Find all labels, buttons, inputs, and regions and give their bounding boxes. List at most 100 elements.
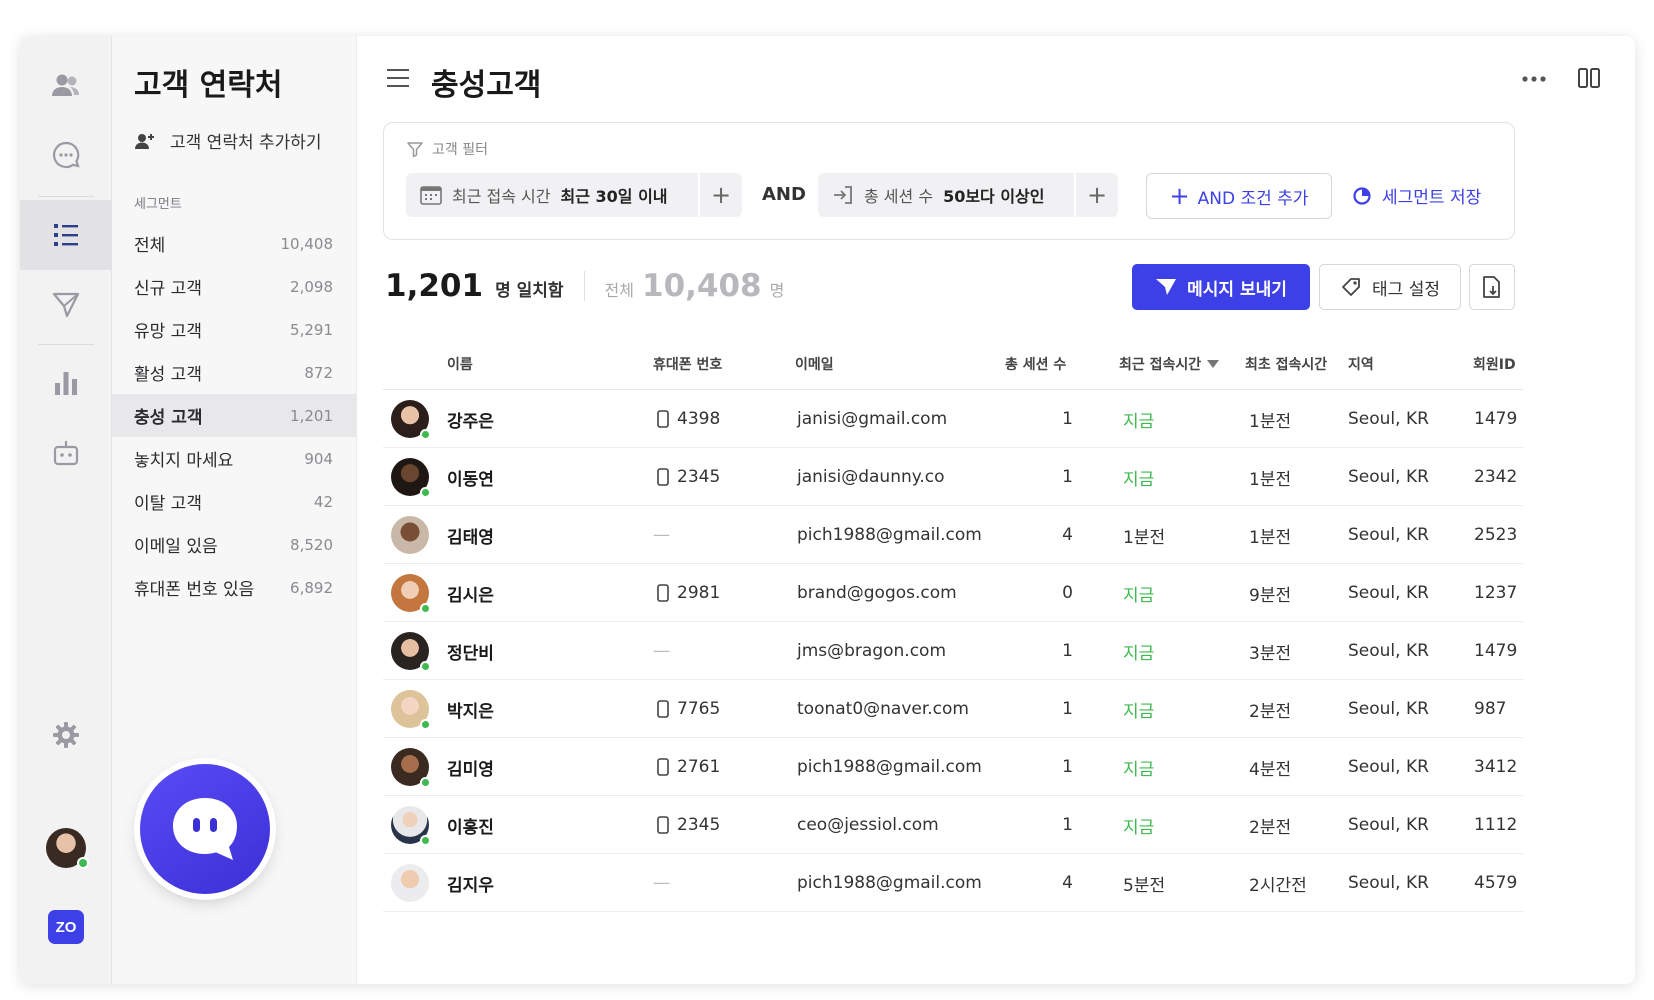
phone-icon [657, 816, 669, 834]
table-row[interactable]: 강주은 4398 janisi@gmail.com 1 지금 1분전 Seoul… [383, 390, 1523, 448]
bot-icon[interactable] [20, 418, 112, 488]
add-or-condition-button[interactable]: + [698, 173, 742, 217]
segment-count: 8,520 [290, 535, 333, 554]
customer-name[interactable]: 김지우 [447, 854, 494, 912]
tag-icon [1342, 278, 1360, 296]
sessions-cell: 1 [1062, 699, 1073, 719]
chat-launcher-button[interactable] [140, 764, 270, 894]
segment-item[interactable]: 전체 10,408 [112, 222, 357, 265]
send-icon [1156, 279, 1177, 295]
chat-bubble-icon [173, 798, 237, 860]
column-header[interactable]: 휴대폰 번호 [653, 354, 722, 374]
filter-condition-total-sessions[interactable]: 총 세션 수 50보다 이상인 + [818, 173, 1118, 217]
customer-table: 이름 휴대폰 번호 이메일 총 세션 수 최근 접속시간 최초 접속시간 지역 … [383, 336, 1523, 912]
avatar[interactable] [391, 864, 429, 902]
column-header[interactable]: 최초 접속시간 [1245, 354, 1327, 374]
export-button[interactable] [1469, 264, 1515, 310]
add-or-condition-button[interactable]: + [1074, 173, 1118, 217]
segment-count: 872 [304, 363, 333, 382]
phone-empty: — [653, 641, 670, 661]
first-visit-cell: 1분전 [1249, 469, 1292, 490]
table-row[interactable]: 김미영 2761 pich1988@gmail.com 1 지금 4분전 Seo… [383, 738, 1523, 796]
gear-icon[interactable] [20, 700, 112, 770]
phone-icon [657, 758, 669, 776]
filter-condition-recent-visit[interactable]: 최근 접속 시간 최근 30일 이내 + [406, 173, 742, 217]
segment-item[interactable]: 신규 고객 2,098 [112, 265, 357, 308]
add-and-condition-button[interactable]: + AND 조건 추가 [1146, 173, 1332, 219]
column-header[interactable]: 회원ID [1473, 354, 1516, 374]
online-status-dot [420, 719, 431, 730]
segment-item[interactable]: 휴대폰 번호 있음 6,892 [112, 566, 357, 609]
customer-name[interactable]: 김시은 [447, 564, 494, 622]
phone-empty: — [653, 525, 670, 545]
first-visit-cell: 2시간전 [1249, 875, 1307, 896]
people-icon[interactable] [20, 50, 112, 120]
column-header[interactable]: 이름 [447, 354, 473, 374]
tag-settings-button[interactable]: 태그 설정 [1319, 264, 1461, 310]
avatar[interactable] [391, 574, 431, 614]
customer-name[interactable]: 이홍진 [447, 796, 494, 854]
table-row[interactable]: 박지은 7765 toonat0@naver.com 1 지금 2분전 Seou… [383, 680, 1523, 738]
send-message-button[interactable]: 메시지 보내기 [1132, 264, 1310, 310]
online-status-dot [77, 857, 89, 869]
tag-settings-label: 태그 설정 [1372, 279, 1440, 300]
column-header[interactable]: 이메일 [795, 354, 834, 374]
first-visit-cell: 2분전 [1249, 701, 1292, 722]
brand-logo[interactable]: ZO [48, 910, 84, 944]
column-header[interactable]: 지역 [1348, 354, 1374, 374]
region-cell: Seoul, KR [1348, 699, 1429, 719]
online-status-dot [420, 835, 431, 846]
email-cell: janisi@gmail.com [797, 409, 948, 429]
avatar[interactable] [391, 690, 431, 730]
segment-item[interactable]: 이탈 고객 42 [112, 480, 357, 523]
column-header-sorted[interactable]: 최근 접속시간 [1119, 354, 1220, 374]
table-row[interactable]: 김지우 — pich1988@gmail.com 4 5분전 2시간전 Seou… [383, 854, 1523, 912]
segment-item[interactable]: 놓치지 마세요 904 [112, 437, 357, 480]
menu-icon[interactable] [387, 68, 411, 92]
split-view-icon[interactable] [1577, 66, 1601, 94]
recent-visit-cell: 지금 [1123, 411, 1155, 432]
chat-icon[interactable] [20, 120, 112, 190]
customer-name[interactable]: 이동연 [447, 448, 494, 506]
table-row[interactable]: 이동연 2345 janisi@daunny.co 1 지금 1분전 Seoul… [383, 448, 1523, 506]
avatar[interactable] [391, 632, 431, 672]
customer-name[interactable]: 정단비 [447, 622, 494, 680]
bar-chart-icon[interactable] [20, 348, 112, 418]
online-status-dot [420, 661, 431, 672]
list-icon[interactable] [20, 200, 112, 270]
avatar[interactable] [391, 516, 429, 554]
region-cell: Seoul, KR [1348, 525, 1429, 545]
segment-item[interactable]: 이메일 있음 8,520 [112, 523, 357, 566]
table-header: 이름 휴대폰 번호 이메일 총 세션 수 최근 접속시간 최초 접속시간 지역 … [383, 336, 1523, 390]
avatar[interactable] [391, 806, 431, 846]
pie-chart-icon [1353, 186, 1371, 205]
table-row[interactable]: 김태영 — pich1988@gmail.com 4 1분전 1분전 Seoul… [383, 506, 1523, 564]
online-status-dot [420, 487, 431, 498]
customer-name[interactable]: 김미영 [447, 738, 494, 796]
condition-value: 최근 30일 이내 [560, 187, 668, 206]
region-cell: Seoul, KR [1348, 757, 1429, 777]
avatar[interactable] [391, 458, 431, 498]
table-row[interactable]: 정단비 — jms@bragon.com 1 지금 3분전 Seoul, KR … [383, 622, 1523, 680]
segment-item[interactable]: 유망 고객 5,291 [112, 308, 357, 351]
customer-name[interactable]: 박지은 [447, 680, 494, 738]
column-header[interactable]: 총 세션 수 [1005, 354, 1066, 374]
filter-label-text: 고객 필터 [432, 142, 488, 158]
segment-item-active[interactable]: 충성 고객 1,201 [112, 394, 357, 437]
customer-name[interactable]: 김태영 [447, 506, 494, 564]
table-row[interactable]: 이홍진 2345 ceo@jessiol.com 1 지금 2분전 Seoul,… [383, 796, 1523, 854]
table-row[interactable]: 김시은 2981 brand@gogos.com 0 지금 9분전 Seoul,… [383, 564, 1523, 622]
more-options-icon[interactable] [1521, 66, 1547, 96]
send-icon[interactable] [20, 270, 112, 340]
customer-name[interactable]: 강주은 [447, 390, 494, 448]
recent-visit-cell: 1분전 [1123, 527, 1166, 548]
avatar[interactable] [391, 400, 431, 440]
add-and-condition-label: AND 조건 추가 [1197, 188, 1309, 209]
save-segment-button[interactable]: 세그먼트 저장 [1352, 183, 1481, 208]
segment-heading: 세그먼트 [134, 197, 182, 212]
user-avatar[interactable] [46, 828, 89, 869]
segment-count: 1,201 [290, 406, 333, 425]
avatar[interactable] [391, 748, 431, 788]
add-contact-button[interactable]: 고객 연락처 추가하기 [134, 128, 322, 153]
segment-item[interactable]: 활성 고객 872 [112, 351, 357, 394]
